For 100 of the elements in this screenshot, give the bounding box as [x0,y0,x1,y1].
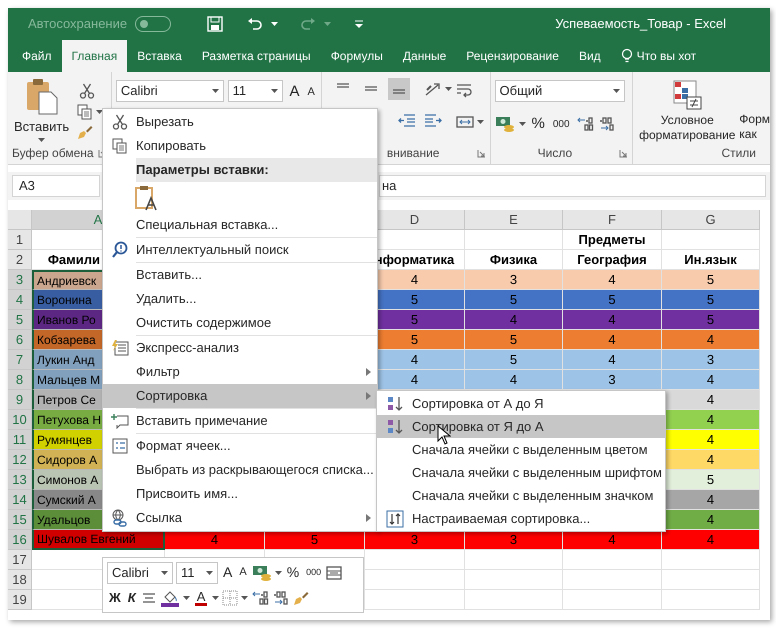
percent-button[interactable]: % [284,561,302,584]
column-header[interactable]: F [563,210,662,230]
ribbon-tab[interactable]: Файл [12,40,62,72]
increase-decimal-icon[interactable] [576,116,594,132]
quick-analysis-icon[interactable] [110,340,128,356]
caret-icon[interactable] [161,570,168,574]
row-header[interactable]: 14 [8,490,32,510]
decrease-indent-icon[interactable] [398,112,416,128]
shrink-font-button[interactable]: A [305,83,317,102]
decrease-decimal-icon[interactable] [272,590,290,606]
ribbon-tab[interactable]: Разметка страницы [192,40,321,72]
menu-item[interactable]: Вырезать [103,110,377,134]
customize-toolbar-icon[interactable] [355,20,364,28]
row-header[interactable]: 11 [8,430,32,450]
row-header[interactable]: 18 [8,570,32,590]
row-header[interactable]: 1 [8,230,32,250]
grow-font-button[interactable]: A [221,561,234,584]
percent-button[interactable]: % [530,112,547,136]
copy-icon[interactable] [77,104,94,120]
row-header[interactable]: 17 [8,550,32,570]
row-header[interactable]: 7 [8,350,32,370]
caret-icon[interactable] [612,89,620,93]
row-header[interactable]: 8 [8,370,32,390]
menu-item[interactable]: Сначала ячейки с выделенным значком [377,484,665,507]
merge-icon[interactable] [456,114,474,130]
merge-icon[interactable] [326,564,342,580]
font-size-select[interactable]: 11 [228,80,284,102]
save-icon[interactable] [207,16,224,32]
ribbon-tab[interactable]: Главная [62,40,128,72]
caret-icon[interactable] [271,89,278,93]
menu-item[interactable]: Сортировка от А до Я [377,392,665,415]
ribbon-tab[interactable]: Данные [392,40,456,72]
menu-item[interactable]: Настраиваемая сортировка... [377,507,665,530]
fill-color-icon[interactable] [160,588,180,607]
row-header[interactable]: 12 [8,450,32,470]
row-header[interactable]: 19 [8,590,32,610]
borders-icon[interactable] [222,590,238,606]
format-as-table-label[interactable]: Форм [739,112,770,127]
font-color-button[interactable]: A [192,590,210,606]
caret-icon[interactable] [274,570,282,574]
column-header[interactable]: G [662,210,760,230]
bold-button[interactable]: Ж [107,587,123,608]
row-header[interactable]: 9 [8,390,32,410]
row-header[interactable]: 13 [8,470,32,490]
ribbon-tab[interactable]: Рецензирование [456,40,569,72]
caret-icon[interactable] [476,120,484,124]
paste-icon[interactable] [24,78,59,116]
font-name-select[interactable]: Calibri [107,562,173,584]
wrap-text-icon[interactable] [456,82,474,98]
menu-item[interactable]: Сначала ячейки с выделенным цветом [377,438,665,461]
search-icon[interactable] [110,241,128,259]
row-header[interactable]: 3 [8,270,32,290]
menu-item[interactable]: Сортировка [103,384,377,408]
shrink-font-button[interactable]: A [237,563,249,582]
menu-item[interactable]: Сортировка от Я до А [377,415,665,438]
cut-icon[interactable] [79,83,96,99]
decrease-decimal-icon[interactable] [598,116,616,132]
caret-icon[interactable] [212,89,219,93]
caret-icon[interactable] [38,138,46,142]
undo-icon[interactable] [247,17,264,31]
number-format-select[interactable]: Общий [494,80,625,102]
ribbon-tab[interactable]: Формулы [320,40,393,72]
caret-icon[interactable] [518,122,526,126]
increase-decimal-icon[interactable] [251,590,270,606]
caret-icon[interactable] [241,596,248,600]
column-header[interactable]: E [465,210,563,230]
add-comment-icon[interactable] [110,413,128,429]
format-painter-icon[interactable] [77,124,94,140]
dialog-launcher-icon[interactable] [619,148,628,158]
autosave-toggle[interactable] [135,16,172,32]
ribbon-tab[interactable]: Вид [568,40,611,72]
lightbulb-icon[interactable] [620,48,633,64]
menu-item[interactable]: Копировать [103,134,377,158]
font-size-select[interactable]: 11 [176,562,218,584]
thousands-button[interactable]: 000 [304,564,324,580]
cut-icon[interactable] [112,114,128,130]
conditional-formatting-button[interactable]: Условное форматирование [637,78,738,144]
format-cells-icon[interactable] [112,438,128,454]
caret-icon[interactable] [96,110,104,114]
text-orientation-icon[interactable] [424,81,442,97]
sort-descending-icon[interactable] [386,418,404,436]
caret-icon[interactable] [444,87,452,91]
increase-indent-icon[interactable] [424,112,442,128]
copy-icon[interactable] [112,138,128,154]
row-header[interactable]: 16 [8,530,32,550]
format-as-table-label[interactable]: как [739,127,770,142]
italic-button[interactable]: К [126,587,138,608]
tell-me-field[interactable]: Что вы хот [636,47,696,65]
row-header[interactable]: 2 [8,250,32,270]
sort-ascending-icon[interactable] [386,394,404,412]
row-header[interactable]: 10 [8,410,32,430]
caret-icon[interactable] [271,22,278,26]
menu-item[interactable]: Сначала ячейки с выделенным шрифтом [377,461,665,484]
thousands-button[interactable]: 000 [550,116,572,133]
dialog-launcher-icon[interactable] [476,148,486,158]
custom-sort-icon[interactable] [386,510,404,528]
caret-icon[interactable] [206,570,213,574]
conditional-formatting-icon[interactable] [671,79,704,111]
format-painter-icon[interactable] [293,590,310,606]
row-header[interactable]: 4 [8,290,32,310]
